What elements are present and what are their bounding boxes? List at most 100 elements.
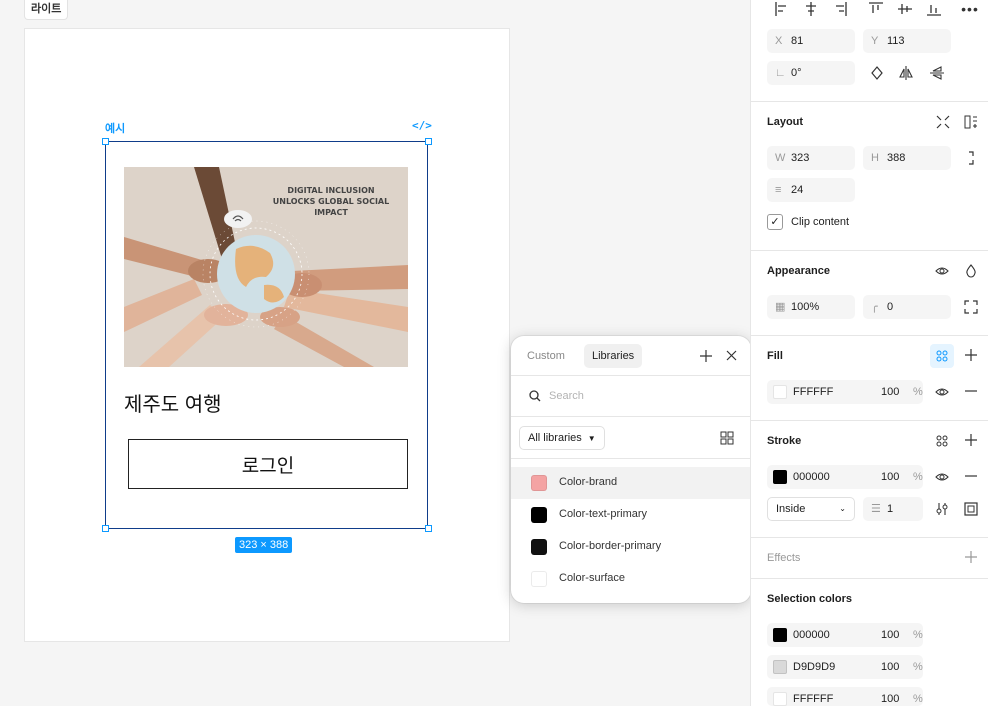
constrain-proportions-icon[interactable] <box>959 146 983 170</box>
opacity-value: 100% <box>791 301 820 313</box>
chevron-down-icon: ▼ <box>587 434 596 443</box>
opacity-field[interactable]: ▦ 100% <box>767 295 855 319</box>
card-image[interactable]: DIGITAL INCLUSION UNLOCKS GLOBAL SOCIAL … <box>124 167 408 367</box>
x-label: X <box>775 35 783 47</box>
x-field[interactable]: X 81 <box>767 29 855 53</box>
rotation-value: 0° <box>791 67 802 79</box>
eye-icon[interactable] <box>930 259 954 283</box>
more-options-icon[interactable]: ••• <box>958 0 982 21</box>
selection-color-row[interactable]: 000000 100 % <box>767 623 923 647</box>
popup-header: Custom Libraries <box>511 336 751 376</box>
fill-visibility-eye-icon[interactable] <box>930 380 954 404</box>
stroke-visibility-eye-icon[interactable] <box>930 465 954 489</box>
close-icon[interactable] <box>721 346 741 366</box>
selection-color-row[interactable]: D9D9D9 100 % <box>767 655 923 679</box>
tab-custom[interactable]: Custom <box>519 344 573 368</box>
w-value: 323 <box>791 152 810 164</box>
gap-value: 24 <box>791 184 804 196</box>
gap-field[interactable]: ≡ 24 <box>767 178 855 202</box>
stroke-position-label: Inside <box>776 503 806 515</box>
drop-icon[interactable] <box>959 259 983 283</box>
y-value: 113 <box>887 35 905 47</box>
stroke-color-field[interactable]: 000000 100 % <box>767 465 923 489</box>
percent-sign: % <box>913 693 923 705</box>
corner-radius-field[interactable]: ╭ 0 <box>863 295 951 319</box>
align-center-vertical-icon[interactable] <box>893 0 917 21</box>
rotation-field[interactable]: ∟ 0° <box>767 61 855 85</box>
stroke-swatch[interactable] <box>773 470 787 484</box>
stroke-title: Stroke <box>767 435 802 447</box>
fill-color-field[interactable]: FFFFFF 100 % <box>767 380 923 404</box>
fill-opacity: 100 <box>881 386 900 398</box>
stroke-settings-icon[interactable] <box>930 497 954 521</box>
divider <box>751 101 988 102</box>
align-center-horizontal-icon[interactable] <box>799 0 823 21</box>
resize-handle-top-right[interactable] <box>425 138 432 145</box>
stroke-position-dropdown[interactable]: Inside ⌄ <box>767 497 855 521</box>
align-left-icon[interactable] <box>770 0 794 21</box>
align-bottom-icon[interactable] <box>922 0 946 21</box>
align-right-icon[interactable] <box>828 0 852 21</box>
rotate-icon[interactable] <box>865 61 889 85</box>
collapse-icon[interactable] <box>931 110 955 134</box>
stroke-weight-field[interactable]: ☰ 1 <box>863 497 923 521</box>
stroke-opacity: 100 <box>881 471 900 483</box>
search-icon <box>529 390 541 402</box>
height-field[interactable]: H 388 <box>863 146 951 170</box>
independent-corners-icon[interactable] <box>959 295 983 319</box>
tab-libraries[interactable]: Libraries <box>584 344 643 368</box>
selection-swatch[interactable] <box>773 660 787 674</box>
library-item-label: Color-text-primary <box>559 508 648 520</box>
align-top-icon[interactable] <box>864 0 888 21</box>
library-filter-dropdown[interactable]: All libraries ▼ <box>519 426 605 450</box>
resize-handle-top-left[interactable] <box>102 138 109 145</box>
library-item-color-border-primary[interactable]: Color-border-primary <box>511 531 751 563</box>
login-button[interactable]: 로그인 <box>128 439 408 489</box>
resize-handle-bottom-left[interactable] <box>102 525 109 532</box>
flip-horizontal-icon[interactable] <box>894 61 918 85</box>
selection-color-row[interactable]: FFFFFF 100 % <box>767 687 923 706</box>
rotation-icon: ∟ <box>775 67 786 79</box>
styles-grid-icon[interactable] <box>930 344 954 368</box>
add-effect-icon[interactable] <box>959 546 983 570</box>
library-item-color-text-primary[interactable]: Color-text-primary <box>511 499 751 531</box>
width-field[interactable]: W 323 <box>767 146 855 170</box>
selection-hex: FFFFFF <box>793 693 834 705</box>
chevron-down-icon: ⌄ <box>839 504 846 513</box>
library-item-color-brand[interactable]: Color-brand <box>511 467 751 499</box>
clip-content-checkbox[interactable]: ✓ <box>767 214 783 230</box>
fill-hex: FFFFFF <box>793 386 834 398</box>
selection-colors-title: Selection colors <box>767 593 852 605</box>
library-item-color-surface[interactable]: Color-surface <box>511 563 751 595</box>
remove-fill-icon[interactable] <box>959 380 983 404</box>
page-tag[interactable]: 라이트 <box>24 0 69 20</box>
y-field[interactable]: Y 113 <box>863 29 951 53</box>
auto-layout-icon[interactable] <box>959 110 983 134</box>
stroke-styles-grid-icon[interactable] <box>930 429 954 453</box>
resize-handle-bottom-right[interactable] <box>425 525 432 532</box>
plus-icon[interactable] <box>696 346 716 366</box>
divider <box>751 250 988 251</box>
library-item-label: Color-brand <box>559 476 618 488</box>
component-label[interactable]: 예시 <box>105 120 125 136</box>
search-input[interactable] <box>549 387 729 405</box>
selection-swatch[interactable] <box>773 692 787 706</box>
add-stroke-icon[interactable] <box>959 429 983 453</box>
selection-swatch[interactable] <box>773 628 787 642</box>
stroke-sides-icon[interactable] <box>959 497 983 521</box>
stroke-weight-value: 1 <box>887 503 894 515</box>
selection-hex: 000000 <box>793 629 830 641</box>
code-icon[interactable]: </> <box>412 119 432 132</box>
card-title[interactable]: 제주도 여행 <box>124 388 222 417</box>
remove-stroke-icon[interactable] <box>959 465 983 489</box>
stroke-hex: 000000 <box>793 471 830 483</box>
clip-content-label[interactable]: Clip content <box>791 216 849 228</box>
library-filter-label: All libraries <box>528 432 582 444</box>
flip-vertical-icon[interactable] <box>925 61 949 85</box>
divider <box>751 578 988 579</box>
x-value: 81 <box>791 35 804 47</box>
grid-view-icon[interactable] <box>720 431 734 445</box>
h-label: H <box>871 152 879 164</box>
fill-swatch[interactable] <box>773 385 787 399</box>
add-fill-icon[interactable] <box>959 344 983 368</box>
